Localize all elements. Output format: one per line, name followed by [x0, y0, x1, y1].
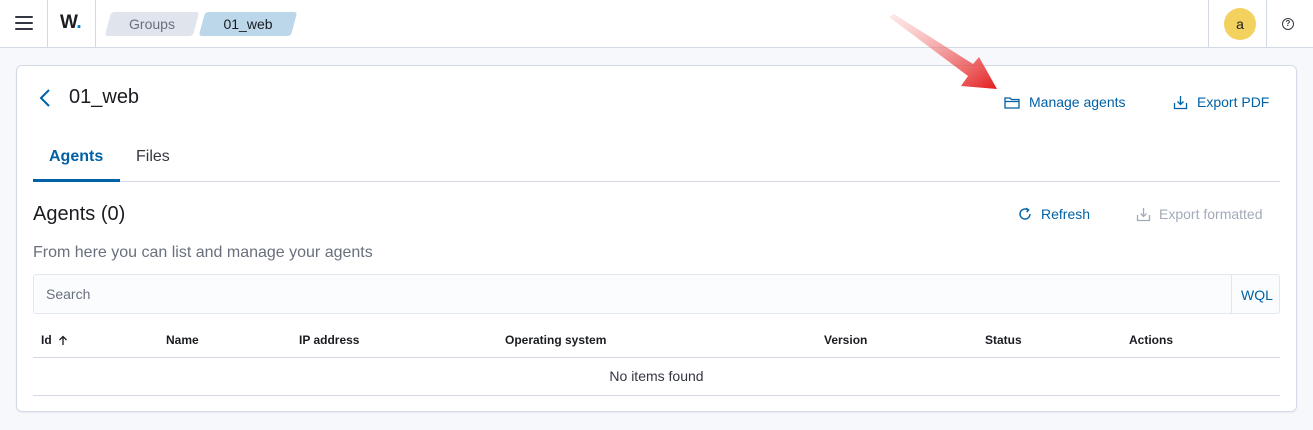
refresh-icon — [1019, 207, 1031, 220]
tab-divider — [33, 181, 1280, 182]
manage-agents-button[interactable]: Manage agents — [1004, 94, 1126, 110]
export-pdf-button[interactable]: Export PDF — [1173, 94, 1269, 110]
group-detail-panel — [16, 65, 1297, 412]
agents-section-title: Agents (0) — [33, 203, 126, 225]
header-divider — [1208, 0, 1209, 48]
refresh-button[interactable]: Refresh — [1018, 206, 1090, 222]
column-header-status[interactable]: Status — [985, 333, 1022, 347]
header-divider — [95, 0, 96, 48]
export-formatted-label: Export formatted — [1159, 206, 1263, 222]
tab-files[interactable]: Files — [136, 148, 170, 166]
export-pdf-label: Export PDF — [1197, 94, 1270, 110]
refresh-label: Refresh — [1041, 206, 1091, 222]
header-divider — [1266, 0, 1267, 48]
menu-icon[interactable] — [15, 16, 33, 30]
column-header-actions: Actions — [1129, 333, 1174, 347]
user-avatar[interactable]: a — [1224, 8, 1256, 40]
export-icon — [1173, 95, 1188, 109]
search-divider — [1231, 275, 1232, 313]
breadcrumb-label: Groups — [129, 16, 175, 32]
column-header-name[interactable]: Name — [166, 333, 199, 347]
column-header-operating-system[interactable]: Operating system — [505, 333, 606, 347]
tab-agents[interactable]: Agents — [49, 148, 103, 166]
active-tab-indicator — [33, 179, 120, 182]
help-icon[interactable]: ? — [1282, 18, 1294, 30]
annotation-arrow-icon — [889, 14, 997, 89]
app-logo[interactable]: W. — [60, 12, 82, 34]
folder-icon — [1004, 96, 1020, 109]
export-formatted-button[interactable]: Export formatted — [1136, 206, 1263, 222]
breadcrumb-label: 01_web — [223, 16, 273, 32]
top-header: W. Groups 01_web a ? — [0, 0, 1313, 48]
agents-description: From here you can list and manage your a… — [33, 244, 373, 261]
search-bar: WQL — [33, 274, 1280, 314]
manage-agents-label: Manage agents — [1029, 94, 1126, 110]
table-header-divider — [33, 357, 1280, 358]
page-title: 01_web — [69, 86, 140, 108]
column-header-version[interactable]: Version — [824, 333, 867, 347]
empty-table-message: No items found — [609, 368, 704, 384]
breadcrumb-groups[interactable]: Groups — [104, 12, 200, 36]
header-divider — [47, 0, 48, 48]
column-header-id[interactable]: Id — [41, 333, 68, 347]
sort-up-icon — [58, 335, 67, 345]
chevron-left-icon[interactable] — [38, 89, 52, 107]
wql-toggle[interactable]: WQL — [1241, 287, 1273, 303]
breadcrumb-current: 01_web — [198, 12, 298, 36]
column-label: Id — [41, 333, 52, 347]
table-bottom-divider — [33, 395, 1280, 396]
search-input[interactable] — [34, 275, 1232, 313]
export-icon — [1136, 207, 1151, 221]
column-header-ip-address[interactable]: IP address — [299, 333, 359, 347]
